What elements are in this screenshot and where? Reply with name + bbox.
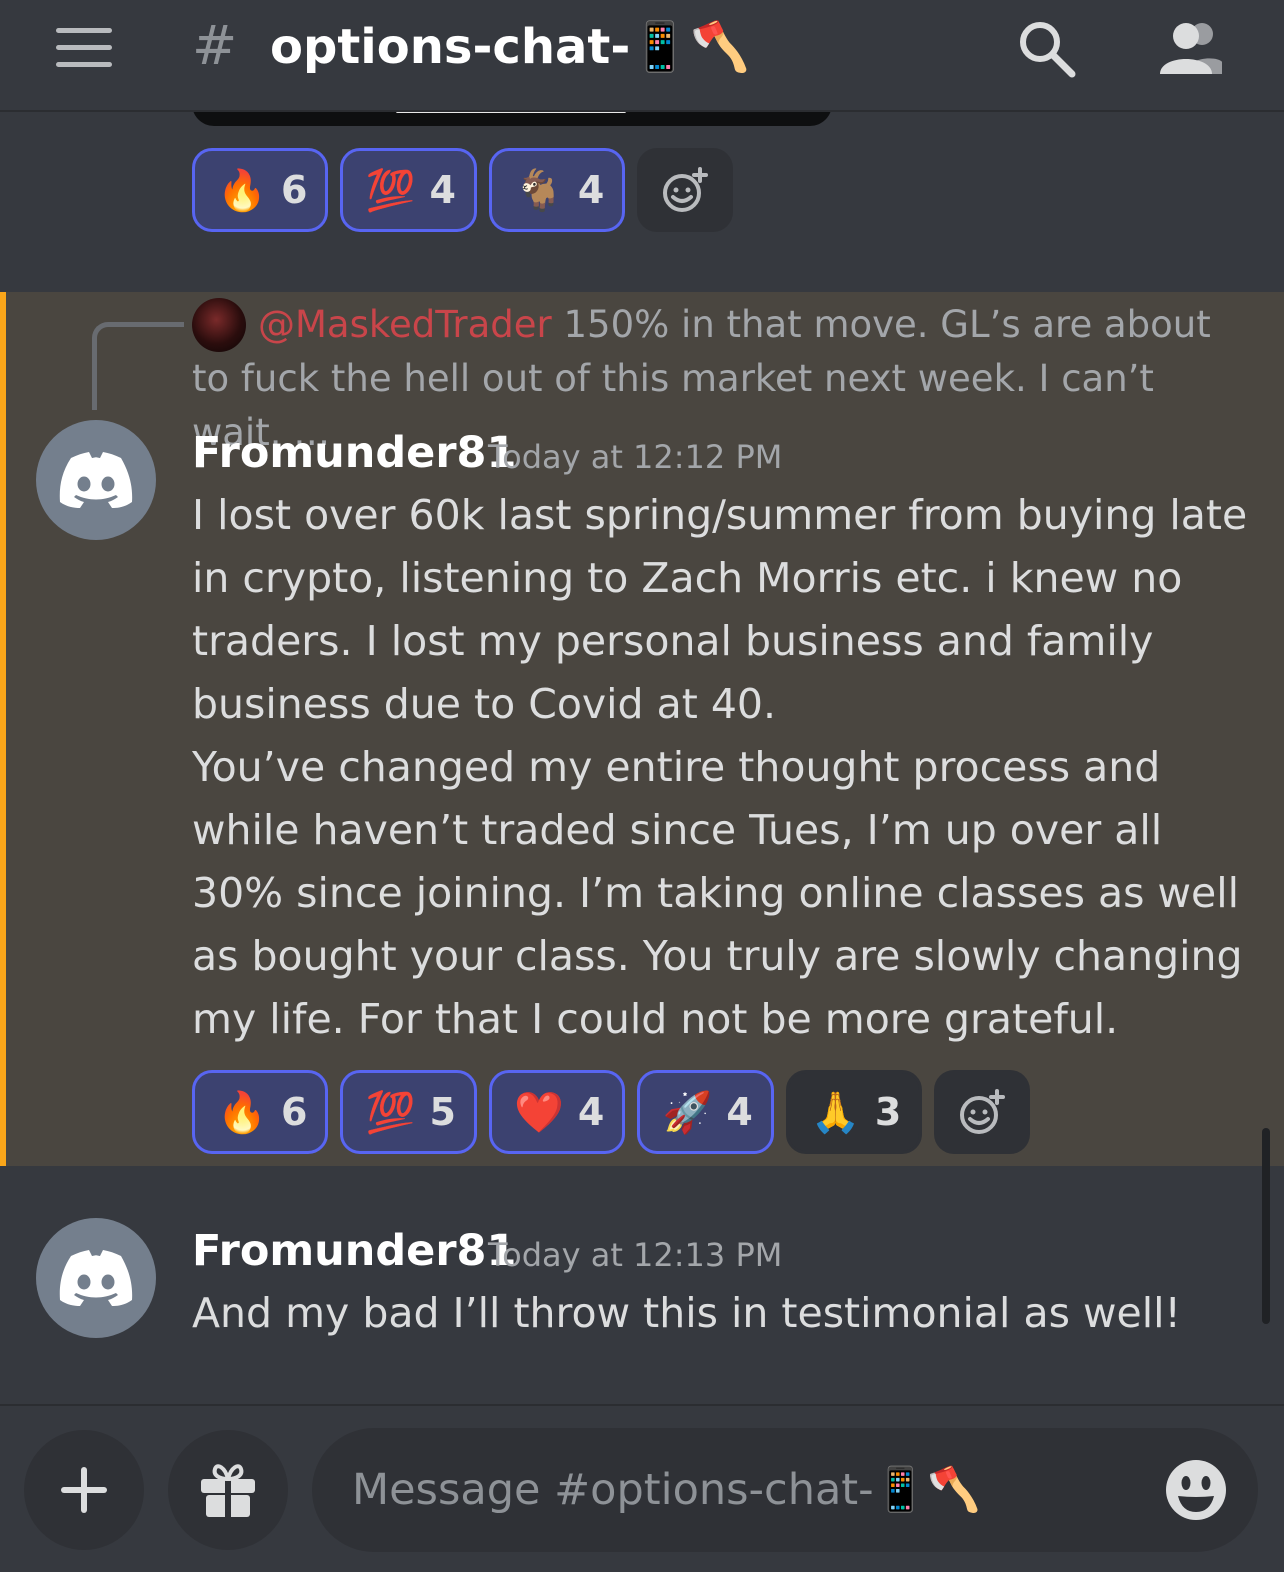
reaction-count: 4: [429, 168, 456, 212]
members-icon[interactable]: [1156, 18, 1226, 76]
reaction-count: 3: [874, 1090, 902, 1134]
reply-connector: [92, 322, 184, 410]
add-reaction-button[interactable]: [934, 1070, 1031, 1154]
attach-button[interactable]: [24, 1430, 144, 1550]
message-author[interactable]: Fromunder81: [192, 1226, 516, 1276]
reaction-count: 4: [577, 168, 605, 212]
add-reaction-icon: [663, 167, 709, 212]
emoji-picker-icon[interactable]: [1162, 1456, 1230, 1524]
reaction-count: 6: [281, 1090, 308, 1134]
reaction-goat[interactable]: 🐐 4: [488, 148, 626, 232]
hamburger-menu-icon[interactable]: [56, 28, 112, 68]
discord-logo-icon: [59, 452, 133, 508]
message-input[interactable]: [352, 1450, 1152, 1530]
avatar[interactable]: [36, 1218, 156, 1338]
message-timestamp: Today at 12:13 PM: [488, 1236, 783, 1274]
reaction-hundred[interactable]: 💯 5: [340, 1070, 477, 1154]
reply-mention[interactable]: @MaskedTrader: [258, 303, 552, 346]
gift-button[interactable]: [168, 1430, 288, 1550]
folded-hands-icon: 🙏: [810, 1089, 861, 1136]
message-timestamp: Today at 12:12 PM: [488, 438, 783, 476]
message-author[interactable]: Fromunder81: [192, 428, 516, 478]
add-reaction-icon: [960, 1089, 1006, 1134]
channel-header: # options-chat-📱🪓: [0, 0, 1284, 112]
fire-icon: 🔥: [217, 167, 267, 214]
channel-hash-icon: #: [192, 14, 238, 77]
reaction-rocket[interactable]: 🚀 4: [637, 1070, 774, 1154]
fire-icon: 🔥: [217, 1089, 267, 1136]
scrollbar[interactable]: [1262, 1128, 1270, 1324]
mention-highlight-bar: [0, 292, 6, 1166]
reaction-count: 4: [577, 1090, 605, 1134]
heart-icon: ❤️: [514, 1089, 564, 1136]
rocket-icon: 🚀: [662, 1089, 713, 1136]
hundred-points-icon: 💯: [365, 167, 416, 214]
reaction-hundred[interactable]: 💯 4: [340, 148, 477, 232]
reaction-count: 4: [726, 1090, 753, 1134]
reaction-count: 6: [281, 168, 308, 212]
message-body: I lost over 60k last spring/summer from …: [192, 491, 1248, 1043]
message-body: And my bad I’ll throw this in testimonia…: [192, 1289, 1181, 1337]
reaction-fire[interactable]: 🔥 6: [192, 1070, 329, 1154]
gift-icon: [201, 1464, 255, 1517]
reaction-row: 🔥 6 💯 4 🐐 4: [192, 148, 734, 232]
discord-logo-icon: [59, 1250, 133, 1306]
search-icon[interactable]: [1016, 18, 1078, 80]
reaction-pray[interactable]: 🙏 3: [785, 1070, 923, 1154]
hundred-points-icon: 💯: [365, 1089, 416, 1136]
reaction-fire[interactable]: 🔥 6: [192, 148, 329, 232]
avatar[interactable]: [36, 420, 156, 540]
reaction-count: 5: [429, 1090, 456, 1134]
message-input-container[interactable]: [312, 1428, 1258, 1552]
reaction-row: 🔥 6 💯 5 ❤️ 4 🚀 4 🙏 3: [192, 1070, 1031, 1154]
reaction-heart[interactable]: ❤️ 4: [488, 1070, 626, 1154]
channel-title[interactable]: options-chat-📱🪓: [270, 18, 750, 75]
add-reaction-button[interactable]: [637, 148, 734, 232]
plus-icon: [61, 1467, 107, 1513]
goat-icon: 🐐: [514, 167, 564, 214]
